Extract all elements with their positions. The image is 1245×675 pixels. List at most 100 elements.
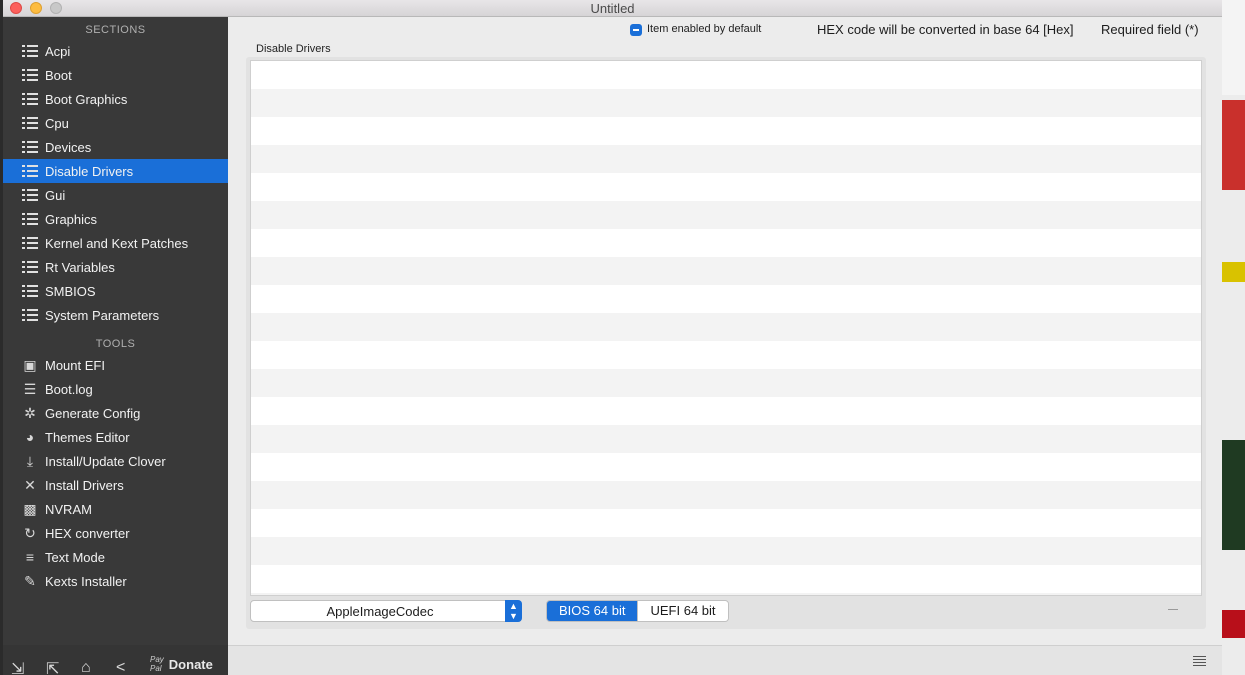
list-icon <box>21 139 39 155</box>
bios-64-segment[interactable]: BIOS 64 bit <box>547 601 638 621</box>
sidebar-item-boot[interactable]: Boot <box>3 63 228 87</box>
list-icon <box>21 259 39 275</box>
remove-row-button[interactable] <box>1168 609 1178 610</box>
donate-label: Donate <box>168 656 213 672</box>
sidebar-item-label: Kernel and Kext Patches <box>45 235 189 251</box>
list-icon <box>21 187 39 203</box>
disable-drivers-table[interactable] <box>250 60 1202 596</box>
hex-conversion-note: HEX code will be converted in base 64 [H… <box>817 22 1074 37</box>
gears-icon: ✲ <box>24 405 36 421</box>
title-bar: Untitled <box>3 0 1222 17</box>
tool-item-themes-editor[interactable]: ◕ Themes Editor <box>3 425 228 449</box>
table-row[interactable] <box>251 341 1201 369</box>
bitness-segmented-control: BIOS 64 bit UEFI 64 bit <box>546 600 729 622</box>
table-row[interactable] <box>251 509 1201 537</box>
uefi-64-segment[interactable]: UEFI 64 bit <box>637 601 728 621</box>
sidebar-item-label: Rt Variables <box>45 259 115 275</box>
refresh-icon: ↻ <box>24 525 36 541</box>
list-icon <box>21 43 39 59</box>
sidebar-item-graphics[interactable]: Graphics <box>3 207 228 231</box>
text-lines-icon: ≡ <box>25 549 35 565</box>
driver-select-value: AppleImageCodec <box>326 604 434 619</box>
tool-item-hex-converter[interactable]: ↻ HEX converter <box>3 521 228 545</box>
donate-button[interactable]: Pay Pal Donate <box>150 655 213 673</box>
list-icon <box>21 67 39 83</box>
log-search-icon: ☰ <box>23 381 37 397</box>
sidebar-item-kernel-and-kext-patches[interactable]: Kernel and Kext Patches <box>3 231 228 255</box>
sidebar-item-devices[interactable]: Devices <box>3 135 228 159</box>
sidebar: SECTIONS Acpi Boot Boot Graphics Cpu Devices… <box>3 17 228 675</box>
driver-select[interactable]: AppleImageCodec ▲ ▼ <box>250 600 522 622</box>
sidebar-item-label: Acpi <box>45 43 71 59</box>
menu-lines-icon[interactable] <box>1193 656 1206 666</box>
paypal-icon: Pay Pal <box>150 655 164 673</box>
sidebar-item-label: Boot Graphics <box>45 91 128 107</box>
table-row[interactable] <box>251 369 1201 397</box>
table-row[interactable] <box>251 257 1201 285</box>
panel-title: Disable Drivers <box>256 43 331 55</box>
sections-heading: SECTIONS <box>85 24 146 36</box>
sidebar-item-cpu[interactable]: Cpu <box>3 111 228 135</box>
sidebar-item-label: Graphics <box>45 211 98 227</box>
table-row[interactable] <box>251 89 1201 117</box>
sidebar-bottom-bar: ⇲ ⇱ ⌂ < Pay Pal Donate <box>3 645 228 675</box>
sidebar-item-boot-graphics[interactable]: Boot Graphics <box>3 87 228 111</box>
tool-item-kexts-installer[interactable]: ✎ Kexts Installer <box>3 569 228 593</box>
item-enabled-checkbox[interactable] <box>630 24 642 36</box>
list-icon <box>21 283 39 299</box>
tool-item-generate-config[interactable]: ✲ Generate Config <box>3 401 228 425</box>
table-row[interactable] <box>251 453 1201 481</box>
tool-item-label: Text Mode <box>45 549 105 565</box>
tool-item-mount-efi[interactable]: ▣ Mount EFI <box>3 353 228 377</box>
clover-configurator-window: Untitled SECTIONS Acpi Boot Boot Graphics C… <box>3 0 1222 675</box>
sidebar-item-rt-variables[interactable]: Rt Variables <box>3 255 228 279</box>
table-row[interactable] <box>251 565 1201 593</box>
table-row[interactable] <box>251 537 1201 565</box>
sidebar-item-acpi[interactable]: Acpi <box>3 39 228 63</box>
tools-heading: TOOLS <box>95 338 136 350</box>
import-icon[interactable]: ⇲ <box>11 659 24 675</box>
table-row[interactable] <box>251 397 1201 425</box>
sidebar-item-label: SMBIOS <box>45 283 96 299</box>
tool-item-boot-log[interactable]: ☰ Boot.log <box>3 377 228 401</box>
tool-item-label: Install/Update Clover <box>45 453 166 469</box>
table-row[interactable] <box>251 173 1201 201</box>
share-icon[interactable]: < <box>116 659 125 675</box>
tools-icon: ✕ <box>24 477 36 493</box>
tool-item-text-mode[interactable]: ≡ Text Mode <box>3 545 228 569</box>
tool-item-install-drivers[interactable]: ✕ Install Drivers <box>3 473 228 497</box>
background-app-window <box>1222 0 1245 675</box>
window-title: Untitled <box>590 1 635 16</box>
item-enabled-label: Item enabled by default <box>647 23 762 35</box>
table-row[interactable] <box>251 481 1201 509</box>
sidebar-item-label: Devices <box>45 139 92 155</box>
export-icon[interactable]: ⇱ <box>46 659 59 675</box>
tool-item-nvram[interactable]: ▩ NVRAM <box>3 497 228 521</box>
sidebar-item-system-parameters[interactable]: System Parameters <box>3 303 228 327</box>
tool-item-label: HEX converter <box>45 525 130 541</box>
table-row[interactable] <box>251 61 1201 89</box>
sidebar-item-label: Cpu <box>45 115 69 131</box>
sidebar-item-disable-drivers[interactable]: Disable Drivers <box>3 159 228 183</box>
table-row[interactable] <box>251 313 1201 341</box>
list-icon <box>21 91 39 107</box>
table-row[interactable] <box>251 145 1201 173</box>
list-icon <box>21 115 39 131</box>
tool-item-label: Themes Editor <box>45 429 130 445</box>
plug-icon: ✎ <box>24 573 36 589</box>
table-row[interactable] <box>251 117 1201 145</box>
home-icon[interactable]: ⌂ <box>81 659 91 675</box>
main-content: Item enabled by default HEX code will be… <box>228 17 1222 675</box>
table-row[interactable] <box>251 425 1201 453</box>
table-row[interactable] <box>251 201 1201 229</box>
tool-item-install-update-clover[interactable]: ⤓ Install/Update Clover <box>3 449 228 473</box>
required-field-note: Required field (*) <box>1101 22 1199 37</box>
sidebar-item-gui[interactable]: Gui <box>3 183 228 207</box>
list-icon <box>21 211 39 227</box>
tool-item-label: Generate Config <box>45 405 141 421</box>
table-row[interactable] <box>251 593 1201 595</box>
download-icon: ⤓ <box>26 453 34 469</box>
table-row[interactable] <box>251 285 1201 313</box>
sidebar-item-smbios[interactable]: SMBIOS <box>3 279 228 303</box>
table-row[interactable] <box>251 229 1201 257</box>
